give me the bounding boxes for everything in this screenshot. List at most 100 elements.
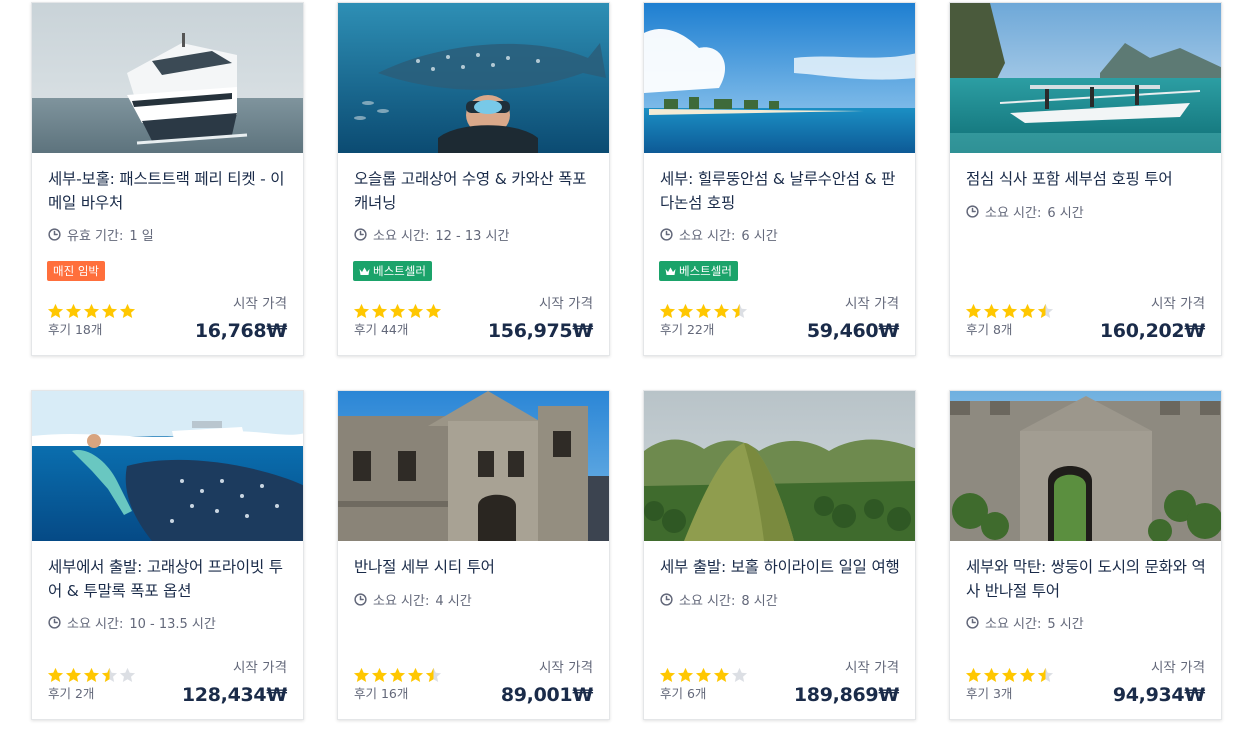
star-icon <box>83 303 100 319</box>
price-label: 시작 가격 <box>1151 296 1205 312</box>
price: 160,202₩ <box>1099 320 1205 342</box>
star-icon <box>389 303 406 319</box>
price: 89,001₩ <box>500 684 593 706</box>
star-icon <box>407 667 424 683</box>
activity-photo[interactable] <box>32 3 303 153</box>
duration-info: 소요 시간: 5 시간 <box>966 613 1084 632</box>
activity-photo[interactable] <box>644 391 915 541</box>
duration-value: 5 시간 <box>1047 617 1084 632</box>
activity-card[interactable]: 세부-보홀: 패스트트랙 페리 티켓 - 이메일 바우처 유효 기간: 1 일 매… <box>31 2 304 356</box>
star-icon <box>659 303 676 319</box>
star-icon <box>983 667 1000 683</box>
clock-icon <box>966 616 979 629</box>
star-icon <box>1001 667 1018 683</box>
activity-title[interactable]: 오슬롭 고래상어 수영 & 카와산 폭포 캐녀닝 <box>354 167 595 215</box>
price: 128,434₩ <box>181 684 287 706</box>
duration-value: 6 시간 <box>741 229 778 244</box>
badge-label: 베스트셀러 <box>373 264 426 278</box>
duration-info: 소요 시간: 4 시간 <box>354 590 472 609</box>
activity-title[interactable]: 세부에서 출발: 고래상어 프라이빗 투어 & 투말록 폭포 옵션 <box>48 555 289 603</box>
star-icon <box>677 667 694 683</box>
status-badge: 매진 임박 <box>47 261 105 281</box>
price-label: 시작 가격 <box>233 296 287 312</box>
activity-card[interactable]: 오슬롭 고래상어 수영 & 카와산 폭포 캐녀닝 소요 시간: 12 - 13 시… <box>337 2 610 356</box>
star-icon <box>695 667 712 683</box>
activity-card[interactable]: 점심 식사 포함 세부섬 호핑 투어 소요 시간: 6 시간 후기 8개 시작 가… <box>949 2 1222 356</box>
duration-value: 12 - 13 시간 <box>435 229 510 244</box>
activity-photo[interactable] <box>950 391 1221 541</box>
price: 16,768₩ <box>194 320 287 342</box>
star-icon <box>425 667 442 683</box>
star-icon <box>677 303 694 319</box>
price-label: 시작 가격 <box>233 660 287 676</box>
clock-icon <box>966 205 979 218</box>
duration-info: 소요 시간: 6 시간 <box>966 202 1084 221</box>
duration-label: 소요 시간: <box>67 617 124 632</box>
activity-title[interactable]: 세부와 막탄: 쌍둥이 도시의 문화와 역사 반나절 투어 <box>966 555 1207 603</box>
duration-value: 1 일 <box>129 229 154 244</box>
star-icon <box>983 303 1000 319</box>
activity-title[interactable]: 세부: 힐루뚱안섬 & 날루수안섬 & 판다논섬 호핑 <box>660 167 901 215</box>
star-icon <box>1001 303 1018 319</box>
review-count: 후기 18개 <box>48 322 103 337</box>
price-label: 시작 가격 <box>1151 660 1205 676</box>
duration-value: 8 시간 <box>741 594 778 609</box>
star-icon <box>119 667 136 683</box>
review-count: 후기 2개 <box>48 686 95 701</box>
activity-photo[interactable] <box>32 391 303 541</box>
activity-card[interactable]: 세부 출발: 보홀 하이라이트 일일 여행 소요 시간: 8 시간 후기 6개 시… <box>643 390 916 720</box>
star-icon <box>119 303 136 319</box>
star-icon <box>1019 303 1036 319</box>
star-icon <box>389 667 406 683</box>
activity-photo[interactable] <box>338 391 609 541</box>
star-icon <box>1019 667 1036 683</box>
status-badge: 베스트셀러 <box>659 261 738 281</box>
activity-card[interactable]: 세부와 막탄: 쌍둥이 도시의 문화와 역사 반나절 투어 소요 시간: 5 시간… <box>949 390 1222 720</box>
price-label: 시작 가격 <box>845 296 899 312</box>
activity-title[interactable]: 점심 식사 포함 세부섬 호핑 투어 <box>966 167 1207 191</box>
star-icon <box>965 667 982 683</box>
star-icon <box>425 303 442 319</box>
activity-title[interactable]: 반나절 세부 시티 투어 <box>354 555 595 579</box>
duration-label: 소요 시간: <box>373 594 430 609</box>
duration-value: 10 - 13.5 시간 <box>129 617 216 632</box>
star-icon <box>659 667 676 683</box>
activity-card[interactable]: 세부에서 출발: 고래상어 프라이빗 투어 & 투말록 폭포 옵션 소요 시간:… <box>31 390 304 720</box>
activity-grid: 세부-보홀: 패스트트랙 페리 티켓 - 이메일 바우처 유효 기간: 1 일 매… <box>31 2 1223 720</box>
activity-title[interactable]: 세부 출발: 보홀 하이라이트 일일 여행 <box>660 555 901 579</box>
clock-icon <box>354 228 367 241</box>
activity-card[interactable]: 세부: 힐루뚱안섬 & 날루수안섬 & 판다논섬 호핑 소요 시간: 6 시간 베… <box>643 2 916 356</box>
duration-value: 6 시간 <box>1047 206 1084 221</box>
activity-photo[interactable] <box>644 3 915 153</box>
rating-stars <box>353 303 442 319</box>
star-icon <box>1037 667 1054 683</box>
activity-card[interactable]: 반나절 세부 시티 투어 소요 시간: 4 시간 후기 16개 시작 가격 89,… <box>337 390 610 720</box>
star-icon <box>695 303 712 319</box>
star-icon <box>713 667 730 683</box>
duration-info: 소요 시간: 6 시간 <box>660 225 778 244</box>
crown-icon <box>665 267 676 276</box>
star-icon <box>65 667 82 683</box>
star-icon <box>1037 303 1054 319</box>
star-icon <box>47 667 64 683</box>
review-count: 후기 16개 <box>354 686 409 701</box>
star-icon <box>731 303 748 319</box>
star-icon <box>353 667 370 683</box>
activity-photo[interactable] <box>950 3 1221 153</box>
star-icon <box>101 667 118 683</box>
activity-title[interactable]: 세부-보홀: 패스트트랙 페리 티켓 - 이메일 바우처 <box>48 167 289 215</box>
star-icon <box>65 303 82 319</box>
star-icon <box>353 303 370 319</box>
duration-label: 유효 기간: <box>67 229 124 244</box>
duration-info: 소요 시간: 12 - 13 시간 <box>354 225 509 244</box>
clock-icon <box>660 593 673 606</box>
duration-value: 4 시간 <box>435 594 472 609</box>
duration-label: 소요 시간: <box>679 594 736 609</box>
star-icon <box>371 667 388 683</box>
review-count: 후기 6개 <box>660 686 707 701</box>
activity-photo[interactable] <box>338 3 609 153</box>
badge-label: 매진 임박 <box>53 264 99 278</box>
price: 156,975₩ <box>487 320 593 342</box>
price: 189,869₩ <box>793 684 899 706</box>
duration-label: 소요 시간: <box>679 229 736 244</box>
